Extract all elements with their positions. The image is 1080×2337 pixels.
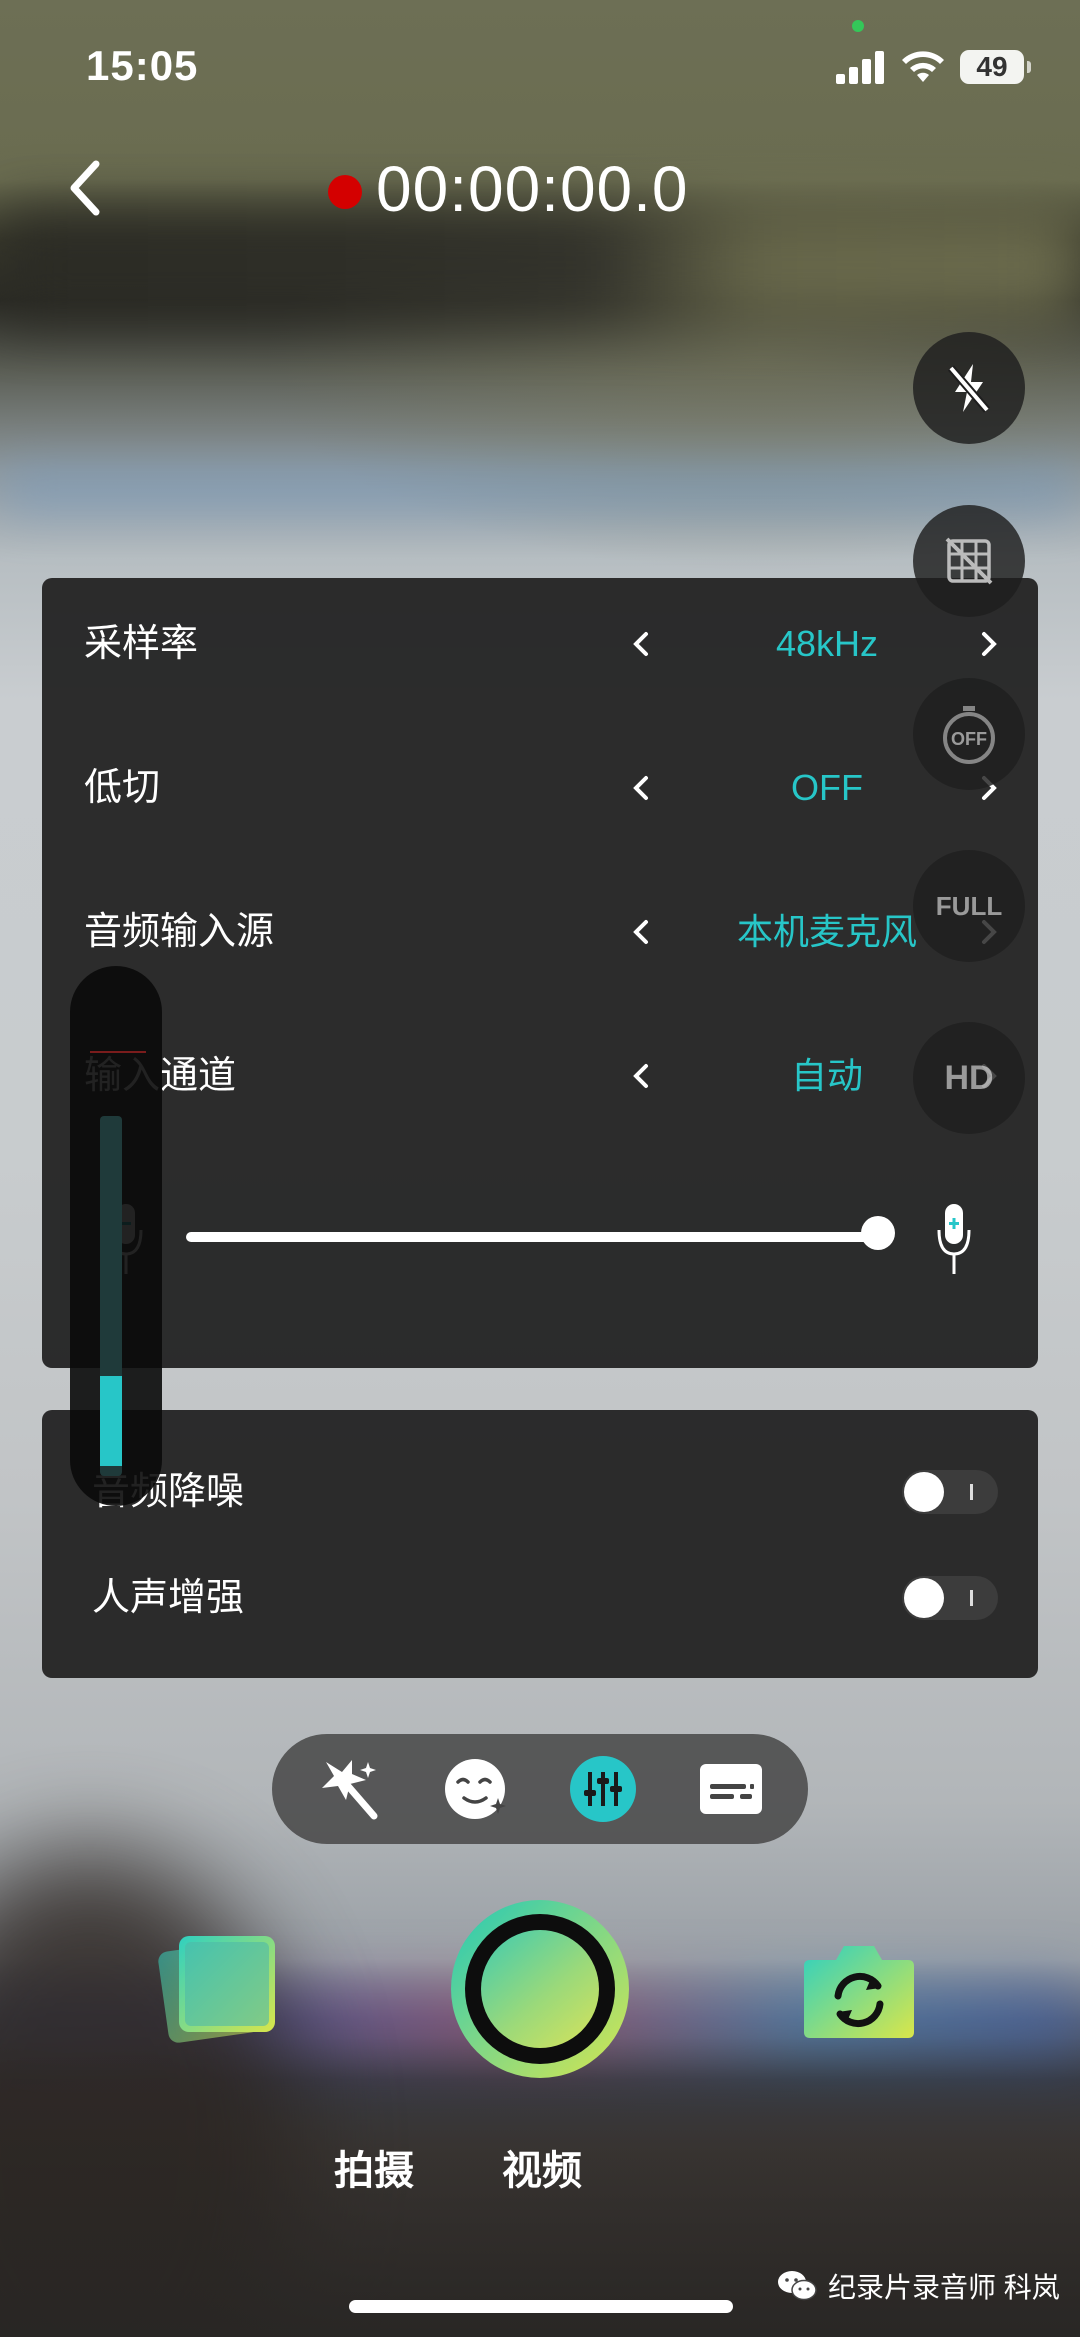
audio-level-fill — [100, 1376, 122, 1466]
timer-button[interactable]: OFF — [913, 678, 1025, 790]
gallery-thumbnail[interactable] — [155, 1930, 285, 2050]
gain-slider-track[interactable] — [186, 1232, 886, 1242]
subtitle-icon[interactable] — [696, 1754, 766, 1824]
privacy-indicator-dot — [852, 20, 864, 32]
setting-value: 48kHz — [775, 623, 879, 664]
audio-enhance-panel: 音频降噪 人声增强 — [42, 1410, 1038, 1678]
timer-off-icon: OFF — [943, 706, 995, 764]
toggle-row-voice-enhance: 人声增强 — [42, 1558, 1038, 1638]
wechat-icon — [778, 2271, 817, 2301]
back-icon[interactable] — [60, 158, 110, 218]
setting-row-input-channel: 输入通道 自动 — [42, 1036, 1038, 1116]
toggle-row-noise-reduction: 音频降噪 — [42, 1452, 1038, 1532]
tool-bar — [272, 1734, 808, 1844]
wifi-icon — [902, 51, 944, 82]
setting-row-input-source: 音频输入源 本机麦克风 — [42, 892, 1038, 972]
flash-off-icon — [947, 364, 991, 413]
setting-row-sample-rate: 采样率 48kHz — [42, 604, 1038, 684]
audio-settings-panel: 采样率 48kHz 低切 OFF 音频输入源 本机麦克风 输入通道 自动 — [42, 578, 1038, 1368]
mode-video[interactable]: 视频 — [502, 2138, 582, 2196]
battery-icon: 49 — [960, 50, 1031, 84]
beauty-face-icon[interactable] — [442, 1754, 512, 1824]
timer-label: OFF — [951, 729, 987, 749]
mode-photo[interactable]: 拍摄 — [334, 2138, 414, 2196]
switch-camera-icon[interactable] — [800, 1940, 918, 2040]
setting-label: 音频输入源 — [84, 911, 275, 953]
grid-off-button[interactable] — [913, 505, 1025, 617]
chevron-left-icon[interactable] — [624, 770, 660, 806]
noise-reduction-switch[interactable] — [902, 1470, 998, 1514]
status-bar: 15:05 49 — [0, 0, 1080, 130]
recording-dot — [328, 175, 362, 209]
grid-off-icon — [945, 537, 993, 585]
quality-button[interactable]: HD — [913, 1022, 1025, 1134]
voice-enhance-switch[interactable] — [902, 1576, 998, 1620]
quality-hd-icon: HD — [944, 1058, 994, 1097]
record-button[interactable] — [451, 1900, 629, 2078]
cellular-signal-icon — [836, 50, 886, 84]
aspect-ratio-button[interactable]: FULL — [913, 850, 1025, 962]
chevron-right-icon[interactable] — [970, 626, 1006, 662]
audio-mixer-icon[interactable] — [568, 1754, 638, 1824]
home-indicator[interactable] — [349, 2300, 733, 2313]
status-time: 15:05 — [86, 42, 199, 89]
watermark-text: 纪录片录音师 科岚 — [828, 2272, 1060, 2303]
aspect-full-icon: FULL — [935, 890, 1003, 921]
chevron-left-icon[interactable] — [624, 1058, 660, 1094]
chevron-left-icon[interactable] — [624, 626, 660, 662]
setting-label: 采样率 — [84, 623, 199, 665]
setting-label: 低切 — [84, 767, 161, 809]
watermark: 纪录片录音师 科岚 — [776, 2266, 1060, 2306]
setting-row-low-cut: 低切 OFF — [42, 748, 1038, 828]
toggle-label: 人声增强 — [92, 1577, 245, 1619]
audio-level-meter — [70, 966, 162, 1506]
flash-off-button[interactable] — [913, 332, 1025, 444]
mic-plus-icon — [937, 1204, 971, 1274]
recording-timer: 00:00:00.0 — [376, 153, 689, 225]
magic-wand-icon[interactable] — [316, 1754, 386, 1824]
chevron-left-icon[interactable] — [624, 914, 660, 950]
gain-slider-thumb[interactable] — [861, 1216, 895, 1250]
